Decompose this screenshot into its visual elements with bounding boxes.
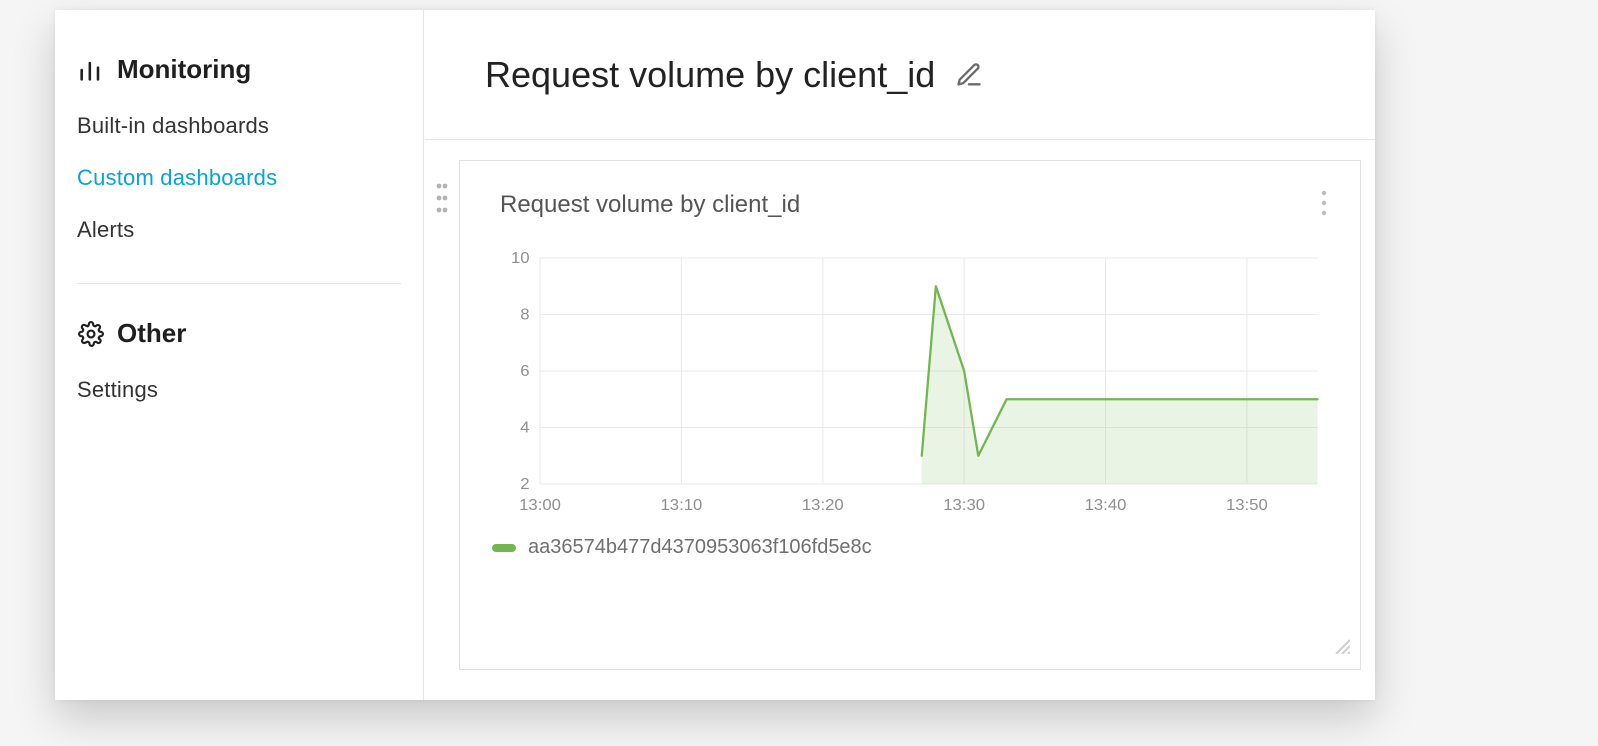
- svg-text:13:00: 13:00: [519, 496, 561, 514]
- sidebar-item-builtin-dashboards[interactable]: Built-in dashboards: [77, 103, 401, 155]
- sidebar: Monitoring Built-in dashboards Custom da…: [55, 10, 424, 700]
- app-panel: Monitoring Built-in dashboards Custom da…: [55, 10, 1375, 700]
- svg-text:13:40: 13:40: [1085, 496, 1127, 514]
- sidebar-item-settings[interactable]: Settings: [77, 367, 401, 419]
- content-area: Request volume by client_id: [425, 10, 1375, 700]
- bars-icon: [77, 56, 105, 84]
- sidebar-item-alerts[interactable]: Alerts: [77, 207, 401, 259]
- sidebar-divider: [77, 283, 401, 284]
- legend-swatch: [492, 544, 516, 552]
- sidebar-section-title: Other: [117, 318, 186, 349]
- svg-text:13:30: 13:30: [943, 496, 985, 514]
- chart-legend: aa36574b477d4370953063f106fd5e8c: [492, 536, 1328, 559]
- svg-text:13:50: 13:50: [1226, 496, 1268, 514]
- svg-text:10: 10: [511, 249, 530, 267]
- card-menu-button[interactable]: [1312, 185, 1336, 224]
- gear-icon: [77, 320, 105, 348]
- chart-card: Request volume by client_id 2 4 6 8 10 13:00 1…: [459, 160, 1361, 670]
- vertical-dots-icon: [435, 180, 449, 216]
- sidebar-item-custom-dashboards[interactable]: Custom dashboards: [77, 155, 401, 207]
- card-title: Request volume by client_id: [500, 191, 800, 219]
- svg-text:8: 8: [520, 306, 529, 324]
- resize-handle[interactable]: [1332, 636, 1350, 659]
- svg-text:13:10: 13:10: [661, 496, 703, 514]
- sidebar-section-other: Other: [77, 318, 401, 349]
- vertical-dots-icon: [1316, 189, 1332, 217]
- drag-handle[interactable]: [435, 180, 449, 221]
- resize-icon: [1332, 636, 1350, 654]
- svg-text:2: 2: [520, 475, 529, 493]
- page-title: Request volume by client_id: [485, 54, 935, 96]
- page-header: Request volume by client_id: [425, 10, 1375, 140]
- pencil-icon: [955, 61, 983, 89]
- svg-text:6: 6: [520, 362, 529, 380]
- legend-series-label: aa36574b477d4370953063f106fd5e8c: [528, 536, 872, 559]
- sidebar-section-title: Monitoring: [117, 54, 251, 85]
- sidebar-section-monitoring: Monitoring: [77, 54, 401, 85]
- chart-area: 2 4 6 8 10 13:00 13:10 13:20 13:30 13:40 13:50: [492, 248, 1328, 518]
- svg-text:4: 4: [520, 419, 529, 437]
- edit-title-button[interactable]: [951, 57, 987, 93]
- svg-text:13:20: 13:20: [802, 496, 844, 514]
- line-chart: 2 4 6 8 10 13:00 13:10 13:20 13:30 13:40 13:50: [492, 248, 1328, 518]
